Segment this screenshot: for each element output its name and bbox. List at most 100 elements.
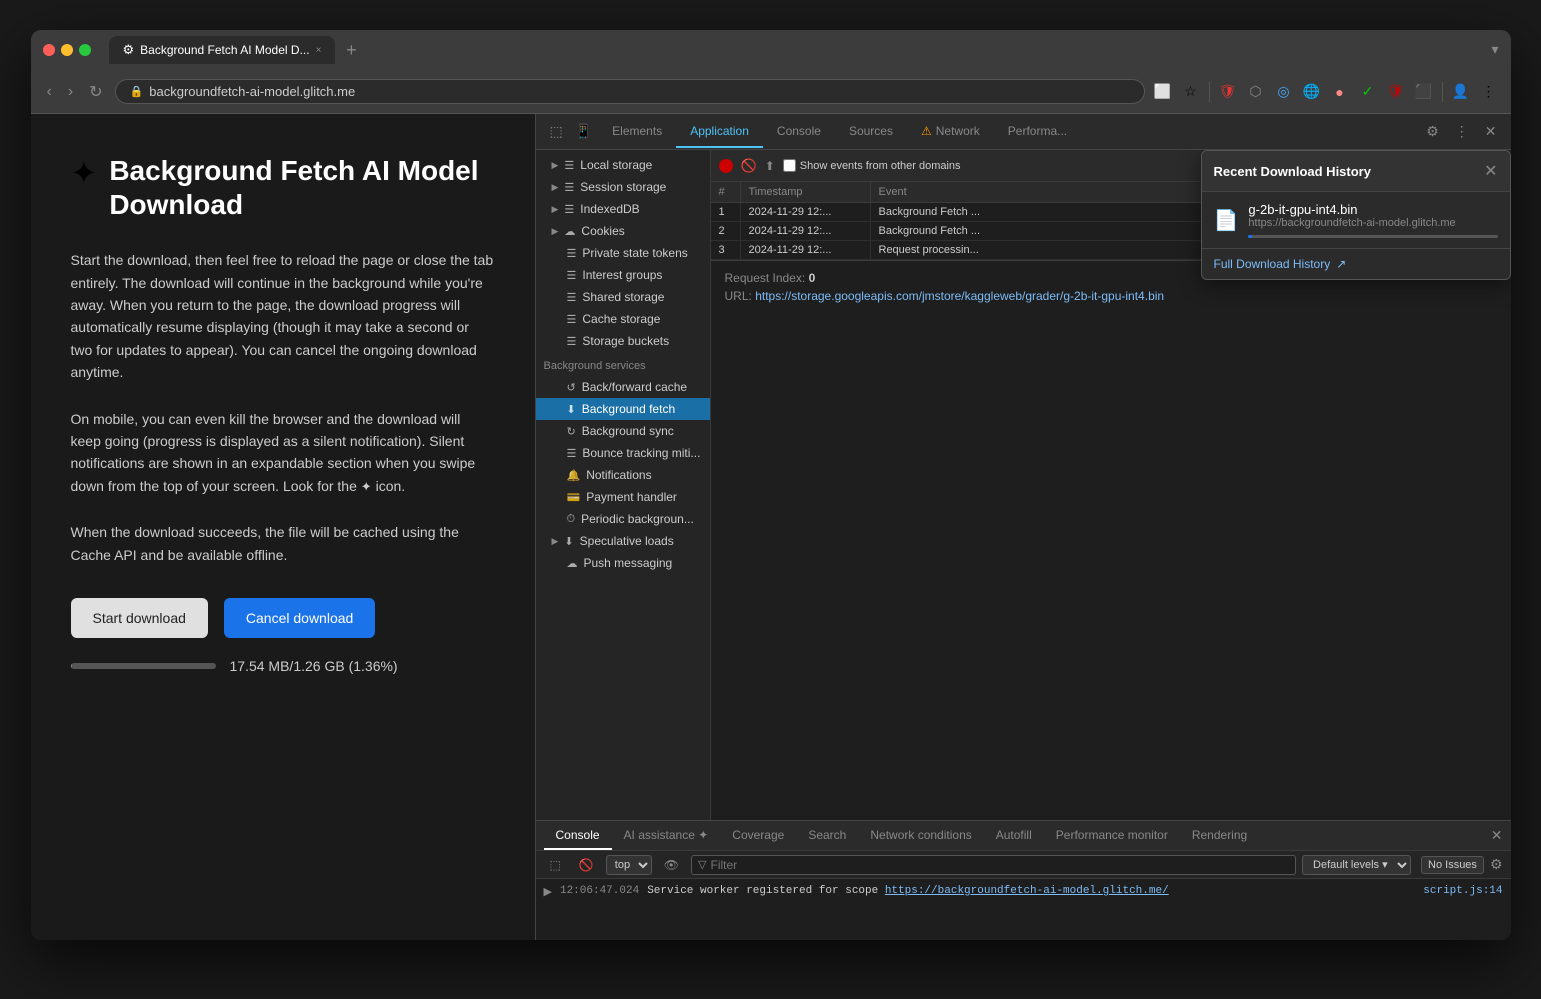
minimize-traffic-light[interactable] (61, 44, 73, 56)
sidebar-item-bounce-tracking[interactable]: ☰ Bounce tracking miti... (536, 442, 710, 464)
sidebar-item-speculative-loads[interactable]: ▶ ⬇ Speculative loads (536, 530, 710, 552)
expand-arrow: ▶ (552, 226, 559, 237)
close-devtools-icon[interactable]: ✕ (1479, 119, 1503, 144)
file-icon: 📄 (1214, 208, 1239, 233)
tab-console[interactable]: Console (763, 116, 835, 148)
cast-icon[interactable]: ⬜ (1153, 82, 1173, 102)
console-expand-arrow[interactable]: ▶ (544, 885, 552, 899)
cancel-download-button[interactable]: Cancel download (224, 598, 375, 638)
extension-icon-1[interactable]: 🛡 (1218, 82, 1238, 102)
new-tab-button[interactable]: + (339, 38, 363, 62)
sidebar-item-cookies[interactable]: ▶ ☁ Cookies (536, 220, 710, 242)
show-events-input[interactable] (783, 159, 796, 172)
console-tab-rendering[interactable]: Rendering (1180, 822, 1259, 850)
sidebar-label: IndexedDB (580, 202, 639, 216)
sidebar-item-private-state-tokens[interactable]: ☰ Private state tokens (536, 242, 710, 264)
devtools-device-icon[interactable]: 📱 (569, 119, 598, 144)
back-button[interactable]: ‹ (43, 79, 56, 105)
address-field[interactable]: 🔒 backgroundfetch-ai-model.glitch.me (115, 79, 1145, 104)
log-levels-selector[interactable]: Default levels ▾ (1302, 855, 1411, 875)
inline-icon: ✦ (361, 479, 372, 494)
dropdown-arrow-icon[interactable]: ▾ (1491, 41, 1498, 57)
sidebar-item-shared-storage[interactable]: ☰ Shared storage (536, 286, 710, 308)
sidebar-item-back-forward-cache[interactable]: ↺ Back/forward cache (536, 376, 710, 398)
more-options-icon[interactable]: ⋮ (1449, 119, 1475, 144)
filter-icon: ▽ (698, 858, 706, 871)
extension-icon-3[interactable]: ◎ (1274, 82, 1294, 102)
console-tab-network-conditions[interactable]: Network conditions (858, 822, 983, 850)
sidebar-item-notifications[interactable]: 🔔 Notifications (536, 464, 710, 486)
tab-elements[interactable]: Elements (598, 116, 676, 148)
title-bar-right: ▾ (1491, 41, 1498, 59)
close-traffic-light[interactable] (43, 44, 55, 56)
console-tab-search[interactable]: Search (796, 822, 858, 850)
tab-close-button[interactable]: × (316, 45, 322, 56)
file-name: g-2b-it-gpu-int4.bin (1248, 202, 1497, 217)
sidebar-item-payment-handler[interactable]: 💳 Payment handler (536, 486, 710, 508)
extension-icon-4[interactable]: 🌐 (1302, 82, 1322, 102)
console-tab-console[interactable]: Console (544, 822, 612, 850)
extension-icon-8[interactable]: ⬛ (1414, 82, 1434, 102)
upload-icon[interactable]: ⬆ (765, 159, 775, 173)
menu-button[interactable]: ⋮ (1479, 82, 1499, 102)
sidebar-item-background-sync[interactable]: ↻ Background sync (536, 420, 710, 442)
settings-icon[interactable]: ⚙ (1420, 119, 1445, 144)
devtools-right-icons: ⚙ ⋮ ✕ (1420, 119, 1502, 144)
extension-icon-2[interactable]: ⬡ (1246, 82, 1266, 102)
console-settings-button[interactable]: ⚙ (1490, 856, 1503, 873)
popup-close-button[interactable]: ✕ (1484, 161, 1497, 181)
extension-icon-5[interactable]: ● (1330, 82, 1350, 102)
site-desc-2-text: On mobile, you can even kill the browser… (71, 411, 476, 494)
payment-icon: 💳 (567, 491, 581, 504)
page-title: Background Fetch AI Model Download (109, 154, 494, 221)
sidebar-item-local-storage[interactable]: ▶ ☰ Local storage (536, 154, 710, 176)
console-tab-coverage[interactable]: Coverage (720, 822, 796, 850)
bookmark-icon[interactable]: ☆ (1181, 82, 1201, 102)
active-tab[interactable]: ⚙ Background Fetch AI Model D... × (109, 36, 336, 64)
tab-sources[interactable]: Sources (835, 116, 907, 148)
tab-performance[interactable]: Performa... (994, 116, 1081, 148)
console-tab-autofill[interactable]: Autofill (984, 822, 1044, 850)
toolbar-icons: ⬜ ☆ 🛡 ⬡ ◎ 🌐 ● ✓ 🛡 ⬛ 👤 ⋮ (1153, 82, 1499, 102)
sidebar-item-push-messaging[interactable]: ☁ Push messaging (536, 552, 710, 574)
sidebar-item-interest-groups[interactable]: ☰ Interest groups (536, 264, 710, 286)
console-clear-button[interactable]: 🚫 (573, 856, 600, 874)
context-selector[interactable]: top (606, 855, 652, 875)
filter-input[interactable] (711, 858, 1290, 872)
url-label: URL: (725, 289, 752, 303)
record-button[interactable] (719, 159, 733, 173)
sidebar-label: Bounce tracking miti... (582, 446, 700, 460)
tab-application[interactable]: Application (676, 116, 763, 148)
sidebar-item-session-storage[interactable]: ▶ ☰ Session storage (536, 176, 710, 198)
sidebar-item-cache-storage[interactable]: ☰ Cache storage (536, 308, 710, 330)
sidebar-label: Push messaging (584, 556, 673, 570)
full-history-link[interactable]: Full Download History ↗ (1202, 248, 1510, 279)
console-link[interactable]: https://backgroundfetch-ai-model.glitch.… (885, 885, 1169, 897)
console-sidebar-toggle[interactable]: ⬚ (544, 856, 567, 874)
reload-button[interactable]: ↻ (85, 78, 106, 106)
profile-icon[interactable]: 👤 (1451, 82, 1471, 102)
console-tab-performance-monitor[interactable]: Performance monitor (1044, 822, 1180, 850)
maximize-traffic-light[interactable] (79, 44, 91, 56)
start-download-button[interactable]: Start download (71, 598, 208, 638)
clear-button[interactable]: 🚫 (741, 158, 757, 174)
sidebar-label: Payment handler (586, 490, 677, 504)
console-tab-ai[interactable]: AI assistance ✦ (612, 822, 721, 850)
expand-arrow: ▶ (552, 160, 559, 171)
devtools-inspect-icon[interactable]: ⬚ (544, 119, 569, 144)
tab-network[interactable]: ⚠ Network (907, 116, 994, 148)
storage-icon: ☰ (564, 181, 574, 194)
cookie-icon: ☁ (564, 225, 575, 238)
sidebar-item-periodic-background[interactable]: ⏱ Periodic backgroun... (536, 508, 710, 530)
eye-icon[interactable]: 👁 (658, 856, 685, 874)
sidebar-item-background-fetch[interactable]: ⬇ Background fetch (536, 398, 710, 420)
extension-icon-6[interactable]: ✓ (1358, 82, 1378, 102)
console-file-link[interactable]: script.js:14 (1423, 885, 1502, 899)
extension-icon-7[interactable]: 🛡 (1386, 82, 1406, 102)
sidebar-item-indexeddb[interactable]: ▶ ☰ IndexedDB (536, 198, 710, 220)
console-panel: Console AI assistance ✦ Coverage Search … (536, 820, 1511, 940)
console-close-button[interactable]: ✕ (1491, 827, 1503, 844)
sidebar-item-storage-buckets[interactable]: ☰ Storage buckets (536, 330, 710, 352)
show-events-checkbox[interactable]: Show events from other domains (783, 159, 961, 172)
forward-button[interactable]: › (64, 79, 77, 105)
